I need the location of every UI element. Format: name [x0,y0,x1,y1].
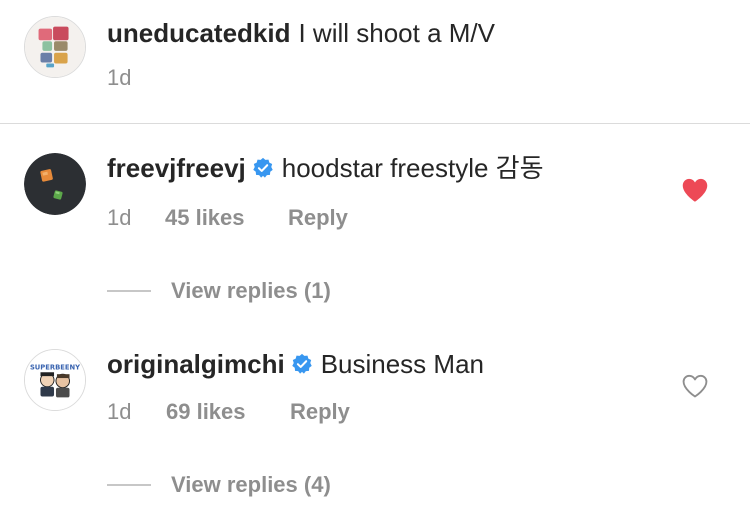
avatar-uneducatedkid[interactable] [24,16,86,78]
reply-button[interactable]: Reply [288,204,348,232]
comic-characters-icon: SUPERBEENY [25,350,85,410]
comment-text: Business Man [320,349,484,379]
comment-text: I will shoot a M/V [298,18,495,48]
comment-text: hoodstar freestyle 감동 [281,153,544,183]
view-replies-divider [107,484,151,486]
verified-badge-icon [252,157,274,179]
comment-line-originalgimchi: originalgimchi Business Man [107,348,484,380]
reply-button[interactable]: Reply [290,398,350,426]
comment-time: 1d [107,205,132,230]
liked-heart-icon[interactable] [681,177,709,203]
avatar-freevjfreevj[interactable] [24,153,86,215]
cartoon-collage-icon [25,17,85,77]
comment-line-freevjfreevj: freevjfreevj hoodstar freestyle 감동 [107,152,544,184]
view-replies-divider [107,290,151,292]
view-replies-button[interactable]: View replies (4) [171,471,331,499]
verified-badge-icon [291,353,313,375]
likes-count[interactable]: 45 likes [165,204,245,232]
username-originalgimchi[interactable]: originalgimchi [107,348,285,380]
heart-outline-icon[interactable] [681,373,709,399]
svg-text:SUPERBEENY: SUPERBEENY [30,363,80,371]
avatar-originalgimchi[interactable]: SUPERBEENY [24,349,86,411]
comment-time: 1d [107,399,132,424]
username-uneducatedkid[interactable]: uneducatedkid [107,17,290,49]
view-replies-button[interactable]: View replies (1) [171,277,331,305]
caption-divider [0,123,750,124]
orange-green-cubes-icon [24,153,86,215]
username-freevjfreevj[interactable]: freevjfreevj [107,152,246,184]
likes-count[interactable]: 69 likes [166,398,246,426]
comment-line-uneducatedkid: uneducatedkid I will shoot a M/V [107,17,495,49]
comment-time: 1d [107,65,132,90]
